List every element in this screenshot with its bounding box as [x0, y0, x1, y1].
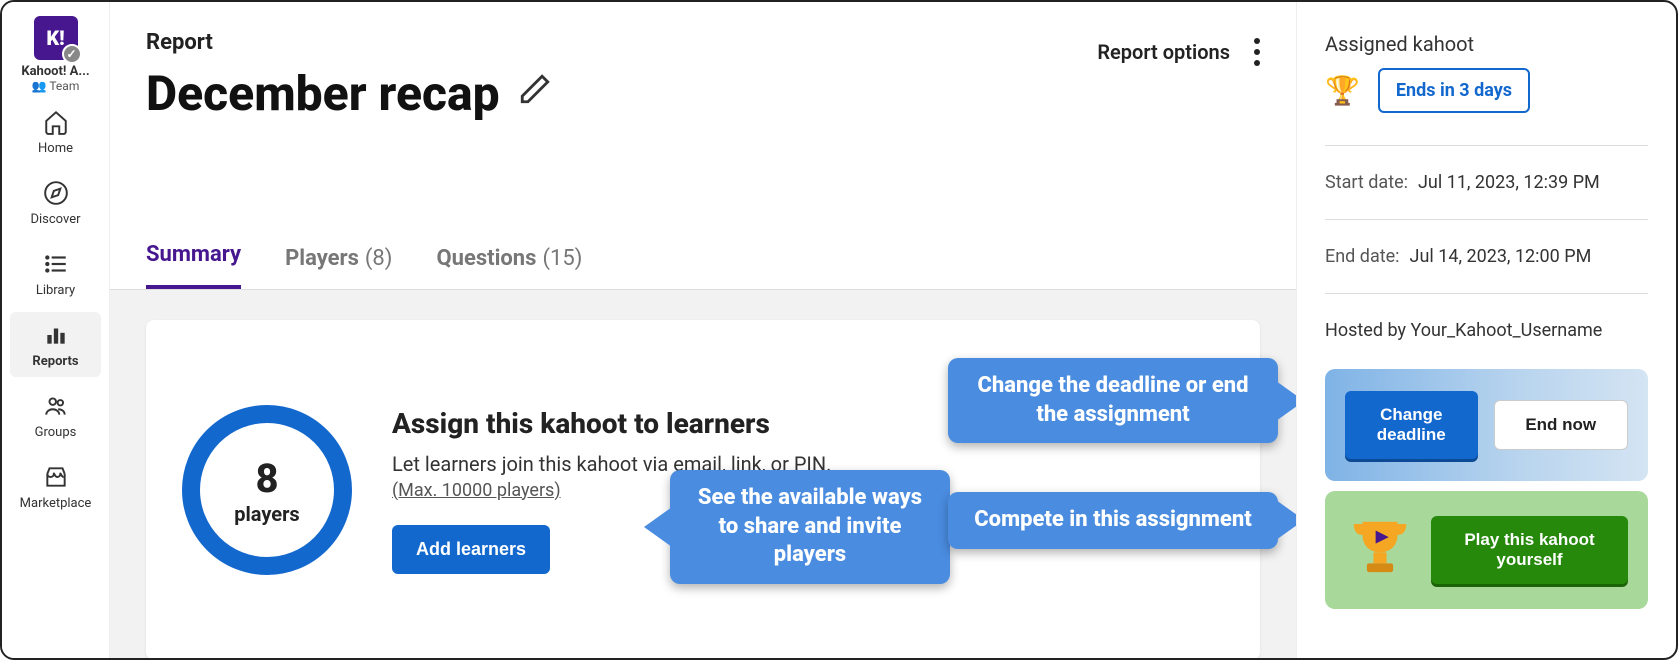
nav-marketplace[interactable]: Marketplace: [2, 454, 109, 519]
trophy-large-icon: [1345, 513, 1415, 587]
main-content: Report December recap Report options Sum…: [110, 2, 1296, 658]
nav-discover[interactable]: Discover: [2, 170, 109, 235]
report-header: Report December recap Report options: [110, 2, 1296, 122]
tab-questions[interactable]: Questions(15): [436, 246, 582, 289]
nav-groups[interactable]: Groups: [2, 383, 109, 448]
nav-home[interactable]: Home: [2, 99, 109, 164]
nav-library[interactable]: Library: [2, 241, 109, 306]
change-deadline-button[interactable]: Change deadline: [1345, 391, 1478, 459]
sidebar: K! ✓ Kahoot! A... 👥 Team Home Discover L…: [2, 2, 110, 658]
report-title: December recap: [146, 65, 500, 122]
divider: [1325, 145, 1648, 146]
nav-reports[interactable]: Reports: [10, 312, 101, 377]
app-logo: K! ✓: [34, 16, 78, 60]
section-label: Report: [146, 30, 1260, 55]
divider: [1325, 293, 1648, 294]
callout-deadline: Change the deadline or end the assignmen…: [948, 358, 1278, 443]
callout-share: See the available ways to share and invi…: [670, 470, 950, 584]
report-options-label[interactable]: Report options: [1097, 40, 1230, 64]
trophy-icon: 🏆: [1325, 74, 1360, 107]
start-date-row: Start date: Jul 11, 2023, 12:39 PM: [1325, 154, 1648, 211]
deadline-actions: Change deadline End now: [1325, 369, 1648, 481]
hosted-by-row: Hosted by Your_Kahoot_Username: [1325, 302, 1648, 359]
deadline-badge[interactable]: Ends in 3 days: [1378, 68, 1530, 113]
bar-chart-icon: [43, 322, 69, 348]
home-icon: [43, 109, 69, 135]
max-players-link[interactable]: (Max. 10000 players): [392, 480, 561, 501]
compass-icon: [43, 180, 69, 206]
profile-block[interactable]: K! ✓ Kahoot! A... 👥 Team: [21, 16, 89, 93]
player-count-ring: 8 players: [182, 405, 352, 575]
tab-summary[interactable]: Summary: [146, 242, 241, 289]
end-now-button[interactable]: End now: [1494, 400, 1629, 450]
edit-title-icon[interactable]: [518, 72, 552, 115]
side-panel-title: Assigned kahoot: [1325, 32, 1648, 56]
profile-team: 👥 Team: [21, 79, 89, 93]
assignment-side-panel: Assigned kahoot 🏆 Ends in 3 days Start d…: [1296, 2, 1676, 658]
add-learners-button[interactable]: Add learners: [392, 525, 550, 574]
report-tabs: Summary Players(8) Questions(15): [110, 242, 1296, 290]
shop-icon: [43, 464, 69, 490]
divider: [1325, 219, 1648, 220]
tab-players[interactable]: Players(8): [285, 246, 392, 289]
callout-compete: Compete in this assignment: [948, 492, 1278, 549]
users-icon: [43, 393, 69, 419]
list-icon: [43, 251, 69, 277]
profile-name: Kahoot! A...: [21, 64, 89, 79]
assign-heading: Assign this kahoot to learners: [392, 407, 831, 440]
end-date-row: End date: Jul 14, 2023, 12:00 PM: [1325, 228, 1648, 285]
verified-check-icon: ✓: [62, 44, 82, 64]
play-yourself-button[interactable]: Play this kahoot yourself: [1431, 516, 1628, 584]
play-actions: Play this kahoot yourself: [1325, 491, 1648, 609]
more-options-icon[interactable]: [1254, 38, 1260, 66]
